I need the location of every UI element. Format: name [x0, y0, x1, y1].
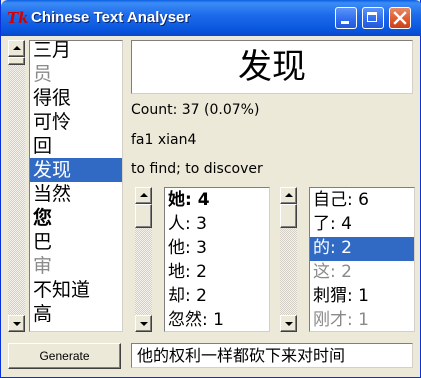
maximize-button[interactable]	[362, 7, 384, 29]
tk-icon[interactable]: Tk	[7, 10, 29, 26]
list-item[interactable]: 员	[30, 62, 122, 86]
window-title: Chinese Text Analyser	[31, 9, 191, 26]
scroll-up-button[interactable]	[280, 187, 297, 204]
scroll-down-button[interactable]	[8, 315, 25, 332]
list-item[interactable]: 当然	[30, 182, 122, 206]
list-item[interactable]: 这: 2	[310, 261, 414, 285]
list-item[interactable]: 自己: 6	[310, 189, 414, 213]
following-list-scrollbar[interactable]	[280, 187, 297, 332]
word-count-label: Count: 37 (0.07%)	[131, 102, 260, 118]
list-item[interactable]: 她: 4	[165, 189, 269, 213]
list-item[interactable]: 三月	[30, 38, 122, 62]
list-item[interactable]: 地: 2	[165, 261, 269, 285]
preceding-list-panel: 她: 4 人: 3 他: 3 地: 2 却: 2 忽然: 1	[164, 187, 270, 332]
close-icon	[393, 11, 407, 25]
preceding-word-list[interactable]: 她: 4 人: 3 他: 3 地: 2 却: 2 忽然: 1	[165, 189, 269, 331]
list-item[interactable]: 不知道	[30, 278, 122, 302]
list-item[interactable]: 回	[30, 134, 122, 158]
generate-button[interactable]: Generate	[8, 343, 121, 369]
list-item[interactable]: 审	[30, 254, 122, 278]
scroll-up-button[interactable]	[8, 40, 25, 57]
following-list-panel: 自己: 6 了: 4 的: 2 这: 2 刺猬: 1 刚才: 1	[309, 187, 415, 332]
word-list-panel: 三月员得很 可怜回发现 当然您巴审不知道高	[29, 38, 123, 332]
title-bar[interactable]: Tk Chinese Text Analyser	[1, 0, 421, 36]
preceding-list-scrollbar[interactable]	[135, 187, 152, 332]
list-item[interactable]: 巴	[30, 230, 122, 254]
word-list[interactable]: 三月员得很 可怜回发现 当然您巴审不知道高	[30, 38, 122, 331]
scroll-thumb[interactable]	[8, 57, 25, 65]
app-window: Tk Chinese Text Analyser 三月员得很 可怜回发现 当然您巴审…	[0, 0, 421, 378]
generated-sentence-field[interactable]: 他的权利一样都砍下来对时间	[131, 343, 413, 368]
scroll-down-button[interactable]	[135, 315, 152, 332]
selected-word-display: 发现	[131, 40, 413, 94]
list-item[interactable]: 的: 2	[310, 237, 414, 261]
arrow-up-icon	[285, 193, 293, 197]
pinyin-label: fa1 xian4	[131, 132, 197, 148]
word-list-scrollbar[interactable]	[8, 40, 25, 332]
close-button[interactable]	[389, 7, 411, 29]
list-item[interactable]: 忽然: 1	[165, 309, 269, 331]
list-item[interactable]: 得很	[30, 86, 122, 110]
definition-label: to find; to discover	[131, 161, 263, 177]
list-item[interactable]: 人: 3	[165, 213, 269, 237]
list-item[interactable]: 发现	[30, 158, 122, 182]
minimize-button[interactable]	[335, 7, 357, 29]
list-item[interactable]: 刺猬: 1	[310, 285, 414, 309]
list-item[interactable]: 您	[30, 206, 122, 230]
scroll-down-button[interactable]	[280, 315, 297, 332]
list-item[interactable]: 可怜	[30, 110, 122, 134]
arrow-down-icon	[140, 322, 148, 326]
arrow-down-icon	[285, 322, 293, 326]
following-word-list[interactable]: 自己: 6 了: 4 的: 2 这: 2 刺猬: 1 刚才: 1	[310, 189, 414, 331]
list-item[interactable]: 他: 3	[165, 237, 269, 261]
list-item[interactable]: 了: 4	[310, 213, 414, 237]
scroll-thumb[interactable]	[280, 204, 297, 228]
scroll-thumb[interactable]	[135, 204, 152, 228]
list-item[interactable]: 却: 2	[165, 285, 269, 309]
arrow-down-icon	[13, 322, 21, 326]
arrow-up-icon	[140, 193, 148, 197]
arrow-up-icon	[13, 46, 21, 50]
list-item[interactable]: 高	[30, 302, 122, 326]
list-item[interactable]: 刚才: 1	[310, 309, 414, 331]
scroll-up-button[interactable]	[135, 187, 152, 204]
